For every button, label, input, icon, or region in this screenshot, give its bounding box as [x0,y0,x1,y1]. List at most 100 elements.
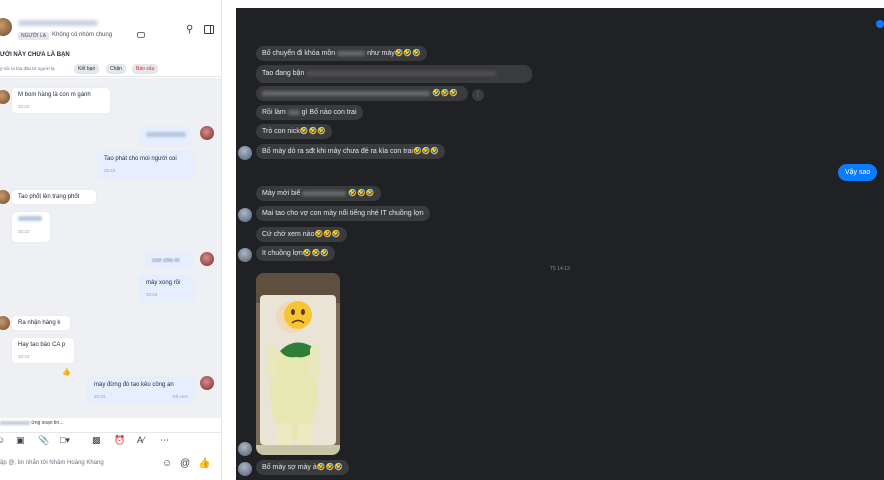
message-text: 🤣🤣🤣 [431,90,459,97]
message-time: 20:23 [104,168,116,173]
message-text: Mai tao cho vợ con mày nổi tiếng nhé IT … [262,210,424,217]
block-button[interactable]: Chặn [106,64,126,74]
divider [0,76,221,77]
typing-user-blurred [0,420,30,425]
message-text: Bố mày sợ mày à🤣🤣🤣 [262,464,343,471]
message-text: M bom hàng là con m gánh [18,92,91,98]
report-button[interactable]: Báo xấu [132,64,159,74]
message-bubble[interactable]: Cứ chờ xem nào🤣🤣🤣 [256,227,347,242]
blurred-text [146,132,186,137]
stranger-banner-title: ƯỜI NÀY CHƯA LÀ BẠN [0,52,70,58]
sticker-icon[interactable]: ☺ [0,435,5,445]
message-bubble[interactable]: M bom hàng là con m gánh 20:22 [12,88,110,113]
message-bubble[interactable]: Tao phát cho moi người coi 20:23 [98,152,194,177]
sender-avatar [238,462,252,476]
my-avatar [200,252,214,266]
attach-icon[interactable]: 📎 [38,435,49,446]
emoji-icon[interactable]: ☺ [162,458,172,469]
blurred-text [262,90,430,96]
message-bubble[interactable]: Mai tao cho vợ con mày nổi tiếng nhé IT … [256,206,430,221]
message-text: mày đừng đò tao kêu công an [94,382,174,388]
message-bubble[interactable]: 20:23 [12,212,50,242]
conversation-timestamp: T5 14:13 [550,266,570,272]
message-text: It chuồng lợn🤣🤣🤣 [262,250,329,257]
message-time: 20:23 [18,354,30,359]
stranger-banner-subtitle: ý nói ra tòa đâu từ người lạ [0,66,55,71]
baby-photo-image [256,273,340,455]
message-bubble[interactable]: Bố mày sợ mày à🤣🤣🤣 [256,460,349,475]
reaction-like-icon[interactable]: 👍 [62,368,71,376]
common-group-label[interactable]: Không có nhóm chung [52,32,112,38]
message-text: Ra nhận hàng k [18,320,61,326]
composer-area [0,418,221,480]
message-text: Tao đang bận [262,70,305,77]
panel-toggle-icon[interactable] [204,25,214,34]
composer-toolbar: ☺ ▣ 📎 □▾ ▩ ⏰ A⁄ ⋯ [0,432,221,448]
blurred-text [18,216,42,221]
sender-avatar [0,316,10,330]
message-list: M bom hàng là con m gánh 20:22 Tao phát … [0,78,221,426]
blurred-text [287,109,300,115]
sender-avatar [238,146,252,160]
reminder-icon[interactable]: ⏰ [114,435,125,446]
typing-indicator: ừng soạn tin... [0,420,63,426]
messenger-chat-panel: Bố chuyển đi khóa mồn như mày🤣🤣🤣 Tao đan… [236,8,884,480]
message-bubble[interactable]: Ra nhận hàng k [12,316,70,330]
message-bubble[interactable]: con cho m [146,254,192,268]
seen-status: Đã xem [172,394,188,399]
format-text-icon[interactable]: A⁄ [137,435,145,445]
message-input[interactable]: ập @, tin nhắn tới Nhâm Hoàng Khang [0,460,104,466]
message-text: Bố chuyển đi khóa mồn [262,50,336,57]
message-bubble[interactable]: Bố chuyển đi khóa mồn như mày🤣🤣🤣 [256,46,427,61]
label-tag-icon[interactable] [137,32,145,38]
my-avatar [200,376,214,390]
mention-icon[interactable]: @ [180,458,190,469]
sender-avatar [238,208,252,222]
message-text: Tao phốt lên trang phốt [18,194,80,200]
sender-avatar [0,190,10,204]
message-bubble[interactable]: Rồi làm gì Bố nào con trai [256,105,363,120]
blurred-text [302,190,347,196]
card-icon[interactable]: ▩ [92,435,101,446]
message-bubble[interactable]: Mày mới biế 🤣🤣🤣 [256,186,381,201]
sender-avatar [238,248,252,262]
message-bubble[interactable]: mày xong rồi 20:23 [140,276,194,301]
my-avatar [200,126,214,140]
message-text: Trò con nick🤣🤣🤣 [262,128,327,135]
message-text: Bố mày dò ra sđt khi mày chưa đẻ ra kìa … [262,148,440,155]
message-text: mày xong rồi [146,280,181,286]
contact-avatar[interactable] [0,18,12,36]
message-bubble[interactable] [140,128,190,146]
quick-like-icon[interactable]: 👍 [198,458,210,469]
message-text: Mày mới biế [262,190,301,197]
message-bubble[interactable]: 🤣🤣🤣 [256,86,468,101]
blurred-text [337,50,366,56]
message-bubble[interactable]: It chuồng lợn🤣🤣🤣 [256,246,335,261]
message-more-button[interactable]: ⋮ [472,89,484,101]
message-text: Cứ chờ xem nào🤣🤣🤣 [262,231,341,238]
screenshot-icon[interactable]: □▾ [60,435,70,446]
message-time: 20:23 Đã xem [94,394,188,399]
message-bubble[interactable]: mày đừng đò tao kêu công an 20:23 Đã xem [88,378,194,403]
zalo-chat-panel: NGƯỜI LẠ Không có nhóm chung ⚲ ƯỜI NÀY C… [0,0,222,480]
message-time: 20:22 [18,104,30,109]
baby-photo-message[interactable] [256,273,340,455]
sender-avatar [0,90,10,104]
chat-header: NGƯỜI LẠ Không có nhóm chung ⚲ [0,14,221,46]
image-icon[interactable]: ▣ [16,435,25,446]
blurred-text [306,70,497,76]
contact-name-blurred [18,20,98,26]
message-text: Hay tao báo CA p [18,342,66,348]
message-bubble[interactable]: Tao đang bận [256,65,532,83]
my-message-bubble[interactable]: Vậy sao [838,164,878,181]
message-text: Rồi làm [262,109,286,116]
message-bubble[interactable]: Trò con nick🤣🤣🤣 [256,124,333,139]
message-bubble[interactable]: Hay tao báo CA p 20:23 [12,338,74,363]
message-time: 20:23 [18,229,30,234]
more-options-icon[interactable]: ⋯ [160,435,169,446]
info-icon[interactable] [876,20,884,28]
search-icon[interactable]: ⚲ [186,24,193,35]
message-bubble[interactable]: Tao phốt lên trang phốt [12,190,96,204]
add-friend-button[interactable]: Kết bạn [74,64,100,74]
message-bubble[interactable]: Bố mày dò ra sđt khi mày chưa đẻ ra kìa … [256,144,446,159]
